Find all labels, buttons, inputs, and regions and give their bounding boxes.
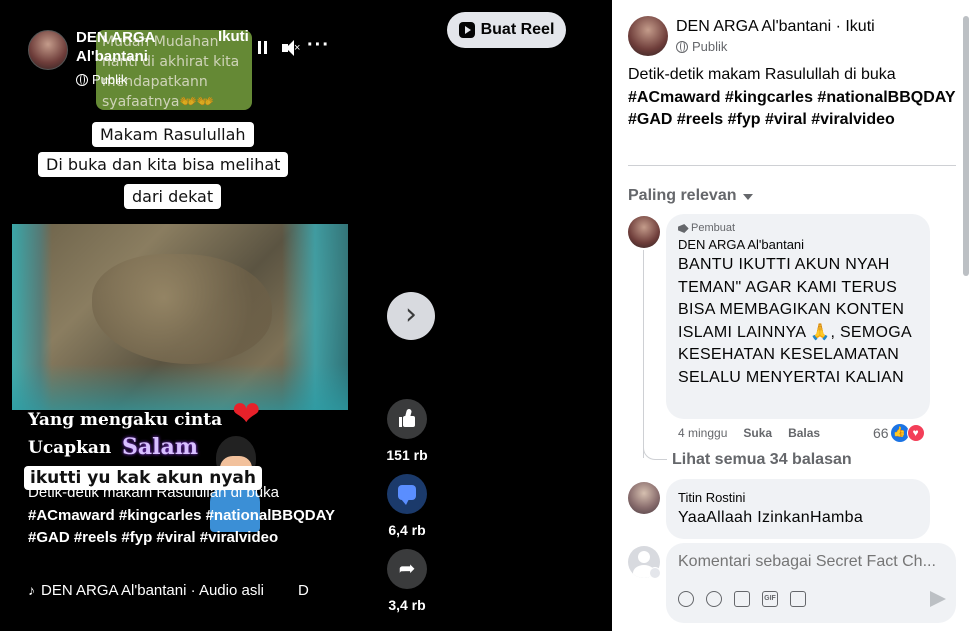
love-reaction-icon: ♥ — [906, 424, 925, 442]
overlay-line-1: Yang mengaku cinta — [28, 410, 223, 430]
caret-down-icon — [742, 194, 753, 200]
author-badge: Pembuat — [678, 222, 918, 234]
mute-icon[interactable]: × — [280, 38, 300, 58]
post-hashtags[interactable]: #ACmaward #kingcarles #nationalBBQDAY #G… — [628, 87, 958, 132]
audio-scroll-tail: D — [298, 582, 309, 599]
privacy-label: Publik — [92, 72, 128, 87]
comment-bubble: Titin Rostini YaaAllaah IzinkanHamba — [666, 479, 930, 539]
comment-reply-button[interactable]: Balas — [788, 426, 820, 440]
comment-text: BANTU IKUTTI AKUN NYAH TEMAN" AGAR KAMI … — [678, 256, 912, 386]
see-all-replies-link[interactable]: Lihat semua 34 balasan — [672, 451, 852, 469]
next-reel-button[interactable]: › — [387, 292, 435, 340]
reaction-count: 66 — [873, 425, 889, 441]
video-stage: Mudah Mudahan nanti di akhirat kita mend… — [0, 0, 612, 631]
pause-icon[interactable] — [253, 38, 273, 58]
audio-row[interactable]: ♪ DEN ARGA Al'bantani · Audio asli D — [28, 582, 309, 599]
comment-action[interactable]: 6,4 rb — [386, 474, 428, 538]
thumbs-up-icon — [399, 408, 415, 427]
sticker-icon[interactable] — [790, 591, 806, 607]
caption-tags[interactable]: #ACmaward #kingcarles #nationalBBQDAY #G… — [28, 505, 348, 550]
heart-icon: ❤ — [232, 395, 261, 433]
white-caption-2: Di buka dan kita bisa melihat — [38, 152, 289, 177]
globe-icon — [76, 73, 88, 86]
thread-curve — [643, 440, 667, 460]
chevron-right-icon: › — [405, 297, 417, 332]
comment-avatar[interactable] — [628, 216, 660, 248]
overlay-salam: Salam — [122, 434, 199, 460]
send-icon[interactable] — [930, 591, 946, 607]
panel-privacy: Publik — [676, 39, 727, 54]
comments-panel: DEN ARGA Al'bantani · Ikuti Publik Detik… — [612, 0, 972, 631]
comment-avatar[interactable] — [628, 482, 660, 514]
panel-author-line[interactable]: DEN ARGA Al'bantani · Ikuti — [676, 18, 875, 36]
pencil-icon — [676, 222, 689, 235]
avatar-sticker-icon[interactable] — [678, 591, 694, 607]
white-caption-3: dari dekat — [124, 184, 222, 209]
author-avatar[interactable] — [28, 30, 68, 70]
create-reel-button[interactable]: Buat Reel — [447, 12, 566, 48]
comment-meta: 4 minggu Suka Balas — [678, 426, 820, 440]
divider — [628, 165, 956, 166]
sort-label: Paling relevan — [628, 187, 737, 204]
like-button[interactable] — [387, 399, 427, 439]
video-frame — [12, 224, 348, 410]
reel-icon — [458, 22, 475, 38]
comment-text: YaaAllaah IzinkanHamba — [678, 509, 864, 526]
share-action[interactable]: ➦ 3,4 rb — [386, 549, 428, 613]
share-arrow-icon: ➦ — [398, 558, 416, 580]
panel-privacy-label: Publik — [692, 39, 728, 54]
comment-author[interactable]: Titin Rostini — [678, 490, 918, 505]
comment-sort-dropdown[interactable]: Paling relevan — [628, 187, 753, 205]
composer-tools: GIF — [678, 591, 806, 607]
post-description: Detik-detik makam Rasulullah di buka #AC… — [628, 64, 958, 132]
comment-input[interactable] — [678, 553, 946, 571]
create-reel-label: Buat Reel — [480, 21, 555, 38]
author-badge-label: Pembuat — [691, 222, 736, 234]
comment-composer: GIF — [612, 540, 972, 631]
like-count: 151 rb — [386, 447, 428, 463]
privacy-indicator: Publik — [76, 72, 127, 87]
comment-bubble: Pembuat DEN ARGA Al'bantani BANTU IKUTTI… — [666, 214, 930, 419]
follow-button[interactable]: Ikuti — [218, 28, 249, 45]
post-description-text: Detik-detik makam Rasulullah di buka — [628, 66, 896, 83]
comment-author[interactable]: DEN ARGA Al'bantani — [678, 237, 918, 252]
panel-author-avatar[interactable] — [628, 16, 668, 56]
like-reaction-icon: 👍 — [890, 424, 909, 442]
panel-scrollbar[interactable] — [963, 16, 969, 276]
comment-button[interactable] — [387, 474, 427, 514]
share-count: 3,4 rb — [388, 597, 426, 613]
music-note-icon: ♪ — [28, 582, 35, 598]
author-name[interactable]: DEN ARGA Al'bantani — [76, 28, 186, 66]
comment-bubble-icon — [398, 485, 416, 505]
like-action[interactable]: 151 rb — [386, 399, 428, 463]
camera-icon[interactable] — [734, 591, 750, 607]
share-button[interactable]: ➦ — [387, 549, 427, 589]
emoji-icon[interactable] — [706, 591, 722, 607]
comment-input-box[interactable]: GIF — [666, 543, 956, 623]
comment-reactions[interactable]: 66 👍 ♥ — [873, 424, 925, 442]
caption-text: Detik-detik makam Rasulullah di buka — [28, 484, 279, 501]
comment-count: 6,4 rb — [388, 522, 426, 538]
comment-time[interactable]: 4 minggu — [678, 426, 727, 440]
comment-like-button[interactable]: Suka — [743, 426, 772, 440]
overlay-line-2: Ucapkan — [28, 438, 112, 458]
reel-viewer: Mudah Mudahan nanti di akhirat kita mend… — [0, 0, 972, 631]
more-options-icon[interactable]: ··· — [307, 35, 329, 58]
gif-icon[interactable]: GIF — [762, 591, 778, 607]
globe-icon — [676, 40, 688, 53]
profile-switch-icon[interactable] — [649, 567, 661, 579]
thread-line — [643, 250, 644, 458]
audio-label[interactable]: DEN ARGA Al'bantani · Audio asli — [41, 582, 264, 599]
video-caption: Detik-detik makam Rasulullah di buka #AC… — [28, 482, 348, 550]
white-caption-1: Makam Rasulullah — [92, 122, 254, 147]
